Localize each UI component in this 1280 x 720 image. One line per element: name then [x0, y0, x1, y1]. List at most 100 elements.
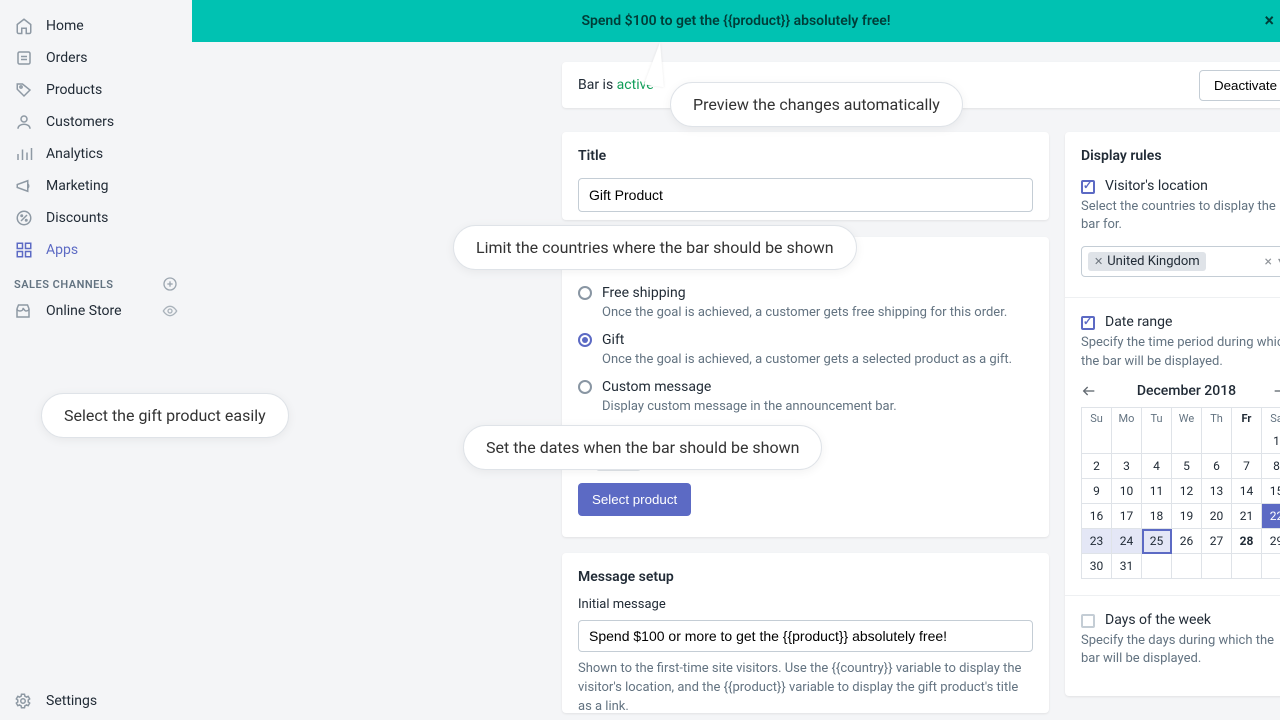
radio-custom-message[interactable]: Custom message Display custom message in…: [578, 379, 1033, 414]
status-text: Bar is active: [578, 77, 654, 93]
sidebar-channels-header: SALES CHANNELS: [0, 266, 192, 296]
chart-icon: [14, 144, 34, 164]
calendar-day[interactable]: 18: [1142, 504, 1172, 529]
next-month-icon[interactable]: [1272, 383, 1280, 399]
calendar-day[interactable]: 22: [1262, 504, 1280, 529]
calendar-day[interactable]: 3: [1112, 454, 1142, 479]
calendar-day[interactable]: 21: [1232, 504, 1262, 529]
sidebar-label: Home: [46, 18, 84, 34]
calendar-day[interactable]: 7: [1232, 454, 1262, 479]
calendar-day[interactable]: 24: [1112, 529, 1142, 554]
calendar-day[interactable]: 5: [1172, 454, 1202, 479]
sidebar-label: Products: [46, 82, 102, 98]
initial-message-label: Initial message: [578, 597, 1033, 612]
clear-select-icon[interactable]: ×: [1260, 254, 1275, 270]
message-heading: Message setup: [578, 569, 1033, 585]
add-channel-icon[interactable]: [162, 276, 178, 292]
apps-icon: [14, 240, 34, 260]
home-icon: [14, 16, 34, 36]
sidebar-item-discounts[interactable]: Discounts: [0, 202, 192, 234]
calendar-dow: Mo: [1112, 408, 1142, 429]
sidebar-item-settings[interactable]: Settings: [0, 682, 192, 720]
calendar-day[interactable]: 28: [1232, 529, 1262, 554]
calendar-day[interactable]: 16: [1082, 504, 1112, 529]
calendar-day[interactable]: 29: [1262, 529, 1280, 554]
sidebar-label: Orders: [46, 50, 88, 66]
radio-free-shipping[interactable]: Free shipping Once the goal is achieved,…: [578, 285, 1033, 320]
calendar-day[interactable]: 4: [1142, 454, 1172, 479]
initial-message-input[interactable]: [578, 620, 1033, 652]
calendar-dow: Fr: [1232, 408, 1262, 429]
sidebar-item-customers[interactable]: Customers: [0, 106, 192, 138]
radio-icon: [578, 380, 592, 394]
calendar-day[interactable]: 6: [1202, 454, 1232, 479]
sidebar-channel-online-store[interactable]: Online Store: [0, 296, 192, 326]
country-tag: ✕ United Kingdom: [1088, 252, 1206, 271]
calendar-day[interactable]: 2: [1082, 454, 1112, 479]
divider: [1065, 297, 1280, 298]
checkbox-days-of-week[interactable]: Days of the week: [1081, 612, 1280, 628]
prev-month-icon[interactable]: [1081, 383, 1101, 399]
eye-icon[interactable]: [162, 303, 178, 319]
calendar-day[interactable]: 26: [1172, 529, 1202, 554]
calendar-day: [1142, 429, 1172, 454]
calendar-day[interactable]: 14: [1232, 479, 1262, 504]
calendar-day[interactable]: 27: [1202, 529, 1232, 554]
calendar-day: [1112, 429, 1142, 454]
checkbox-date-range[interactable]: Date range: [1081, 314, 1280, 330]
calendar-day[interactable]: 1: [1262, 429, 1280, 454]
calendar-day: [1172, 554, 1202, 579]
country-select[interactable]: ✕ United Kingdom × ▾: [1081, 246, 1280, 277]
calendar-day[interactable]: 15: [1262, 479, 1280, 504]
sidebar-item-analytics[interactable]: Analytics: [0, 138, 192, 170]
sidebar-label: Marketing: [46, 178, 109, 194]
select-product-button[interactable]: Select product: [578, 483, 691, 516]
calendar-day[interactable]: 13: [1202, 479, 1232, 504]
calendar-day: [1172, 429, 1202, 454]
person-icon: [14, 112, 34, 132]
calendar-day[interactable]: 8: [1262, 454, 1280, 479]
calendar-day[interactable]: 25: [1142, 529, 1172, 554]
calendar-dow: Th: [1202, 408, 1232, 429]
calendar-day[interactable]: 12: [1172, 479, 1202, 504]
checkbox-visitors-location[interactable]: Visitor's location: [1081, 178, 1280, 194]
calendar-day[interactable]: 19: [1172, 504, 1202, 529]
orders-icon: [14, 48, 34, 68]
calendar-day[interactable]: 20: [1202, 504, 1232, 529]
radio-icon: [578, 286, 592, 300]
calendar-day[interactable]: 9: [1082, 479, 1112, 504]
checkbox-icon: [1081, 316, 1095, 330]
title-input[interactable]: [578, 178, 1033, 212]
deactivate-button[interactable]: Deactivate: [1199, 70, 1280, 101]
calendar-dow: Sa: [1262, 408, 1280, 429]
announcement-bar: Spend $100 to get the {{product}} absolu…: [192, 0, 1280, 42]
calendar-dow: Tu: [1142, 408, 1172, 429]
calendar-day: [1262, 554, 1280, 579]
remove-tag-icon[interactable]: ✕: [1094, 255, 1103, 268]
calendar-dow: Su: [1082, 408, 1112, 429]
gear-icon: [14, 692, 34, 710]
sidebar-item-orders[interactable]: Orders: [0, 42, 192, 74]
checkbox-icon: [1081, 180, 1095, 194]
calendar-dow: We: [1172, 408, 1202, 429]
sidebar-label: Customers: [46, 114, 114, 130]
calendar-day[interactable]: 17: [1112, 504, 1142, 529]
discount-icon: [14, 208, 34, 228]
sidebar-item-marketing[interactable]: Marketing: [0, 170, 192, 202]
sidebar-label: Online Store: [46, 303, 122, 319]
calendar-day[interactable]: 31: [1112, 554, 1142, 579]
calendar-day[interactable]: 10: [1112, 479, 1142, 504]
close-icon[interactable]: ×: [1264, 11, 1274, 32]
title-card: Title: [562, 132, 1049, 220]
sidebar-item-products[interactable]: Products: [0, 74, 192, 106]
title-heading: Title: [578, 148, 1033, 164]
sidebar-item-home[interactable]: Home: [0, 10, 192, 42]
calendar-day[interactable]: 30: [1082, 554, 1112, 579]
sidebar-label: Settings: [46, 693, 97, 709]
chevron-down-icon[interactable]: ▾: [1276, 256, 1280, 267]
calendar-day[interactable]: 11: [1142, 479, 1172, 504]
calendar-grid: SuMoTuWeThFrSa12345678910111213141516171…: [1081, 407, 1280, 579]
radio-gift[interactable]: Gift Once the goal is achieved, a custom…: [578, 332, 1033, 367]
calendar-day[interactable]: 23: [1082, 529, 1112, 554]
sidebar-item-apps[interactable]: Apps: [0, 234, 192, 266]
